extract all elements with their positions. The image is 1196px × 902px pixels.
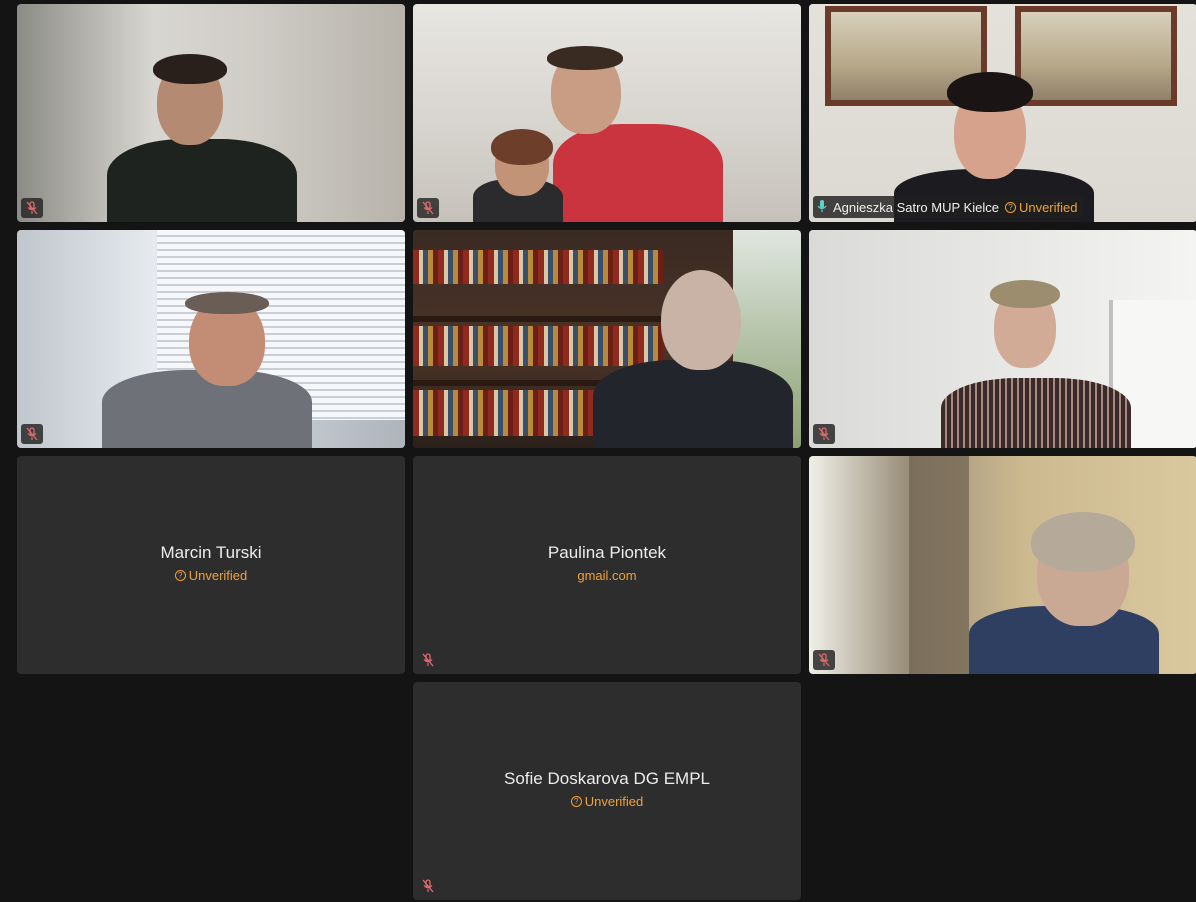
video-tile-6[interactable] [809,230,1196,448]
participant-name: Agnieszka Satro MUP Kielce [833,199,999,215]
participant-domain: gmail.com [577,568,637,583]
verification-status: Unverified [1018,199,1078,215]
video-tile-5[interactable] [413,230,801,448]
question-circle-icon: ? [570,796,582,807]
participant-video [413,4,801,222]
mic-off-icon [417,876,439,896]
participant-video [413,230,801,448]
verification-status: Unverified [584,794,644,809]
video-tile-active-speaker[interactable]: Agnieszka Satro MUP Kielce ? Unverified [809,4,1196,222]
participant-name: Sofie Doskarova DG EMPL [504,769,710,788]
video-tile-2[interactable] [413,4,801,222]
participant-nameplate: Agnieszka Satro MUP Kielce ? Unverified [813,196,1084,218]
participant-video [809,230,1196,448]
mic-off-icon [417,198,439,218]
participant-video [809,456,1196,674]
participant-video [17,230,405,448]
mic-off-icon [813,424,835,444]
participant-video [809,4,1196,222]
participant-video [17,4,405,222]
question-circle-icon: ? [1004,201,1016,213]
mic-off-icon [813,650,835,670]
mic-off-icon [417,650,439,670]
verification-status: Unverified [188,568,248,583]
participant-name: Marcin Turski [160,543,262,562]
avatar-tile-marcin-turski[interactable]: Marcin Turski ? Unverified [17,456,405,674]
video-tile-4[interactable] [17,230,405,448]
mic-off-icon [21,424,43,444]
avatar-tile-sofie-doskarova[interactable]: Sofie Doskarova DG EMPL ? Unverified [413,682,801,900]
mic-off-icon [21,198,43,218]
video-tile-1[interactable] [17,4,405,222]
mic-on-icon [817,199,827,216]
participant-name: Paulina Piontek [547,543,667,562]
avatar-tile-paulina-piontek[interactable]: Paulina Piontek gmail.com [413,456,801,674]
video-tile-9[interactable] [809,456,1196,674]
question-circle-icon: ? [174,570,186,581]
